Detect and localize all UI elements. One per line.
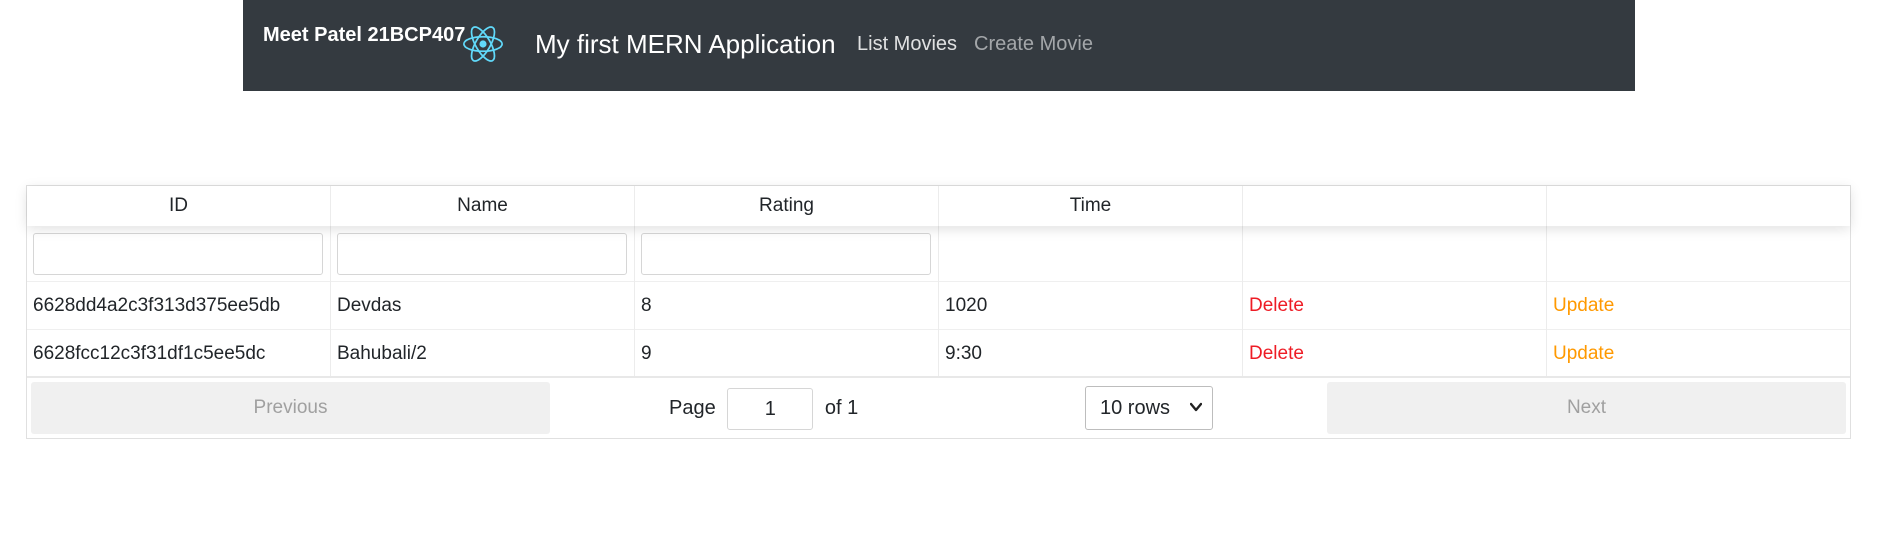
nav-list-movies[interactable]: List Movies bbox=[857, 33, 957, 56]
table-header: ID Name Rating Time bbox=[27, 186, 1850, 226]
filter-input-id[interactable] bbox=[33, 233, 323, 275]
filter-cell-update bbox=[1547, 226, 1851, 282]
update-button[interactable]: Update bbox=[1547, 330, 1851, 378]
navbar: Meet Patel 21BCP407 My first MERN Applic… bbox=[243, 0, 1635, 91]
movies-table: ID Name Rating Time 6628dd4a2c3f313d375e… bbox=[26, 185, 1851, 439]
filter-cell-id bbox=[27, 226, 331, 282]
page-info: Page 1 of 1 bbox=[669, 386, 858, 430]
cell-name: Bahubali/2 bbox=[331, 330, 635, 378]
column-header-id[interactable]: ID bbox=[27, 186, 331, 226]
filter-cell-delete bbox=[1243, 226, 1547, 282]
nav-create-movie[interactable]: Create Movie bbox=[974, 33, 1093, 56]
navbar-brand[interactable]: Meet Patel 21BCP407 bbox=[263, 24, 465, 47]
delete-button[interactable]: Delete bbox=[1243, 282, 1547, 330]
react-atom-icon[interactable] bbox=[463, 24, 503, 64]
cell-rating: 8 bbox=[635, 282, 939, 330]
cell-id: 6628fcc12c3f31df1c5ee5dc bbox=[27, 330, 331, 378]
cell-rating: 9 bbox=[635, 330, 939, 378]
table-row: 6628dd4a2c3f313d375ee5db Devdas 8 1020 D… bbox=[27, 282, 1850, 330]
page-number-input[interactable]: 1 bbox=[727, 387, 814, 430]
filter-input-name[interactable] bbox=[337, 233, 627, 275]
page-total: of 1 bbox=[824, 397, 859, 419]
app-title[interactable]: My first MERN Application bbox=[535, 29, 836, 60]
previous-button[interactable]: Previous bbox=[31, 382, 550, 434]
chevron-down-icon bbox=[1190, 402, 1202, 412]
column-header-name[interactable]: Name bbox=[331, 186, 635, 226]
filter-row bbox=[27, 226, 1850, 282]
filter-cell-name bbox=[331, 226, 635, 282]
cell-id: 6628dd4a2c3f313d375ee5db bbox=[27, 282, 331, 330]
pagination: Previous Page 1 of 1 10 rows Next bbox=[27, 376, 1850, 438]
next-button[interactable]: Next bbox=[1327, 382, 1846, 434]
rows-per-page-value: 10 rows bbox=[1100, 397, 1171, 419]
column-header-delete bbox=[1243, 186, 1547, 226]
column-header-update bbox=[1547, 186, 1851, 226]
cell-name: Devdas bbox=[331, 282, 635, 330]
table-row: 6628fcc12c3f31df1c5ee5dc Bahubali/2 9 9:… bbox=[27, 330, 1850, 378]
rows-per-page-select[interactable]: 10 rows bbox=[1085, 386, 1213, 430]
update-button[interactable]: Update bbox=[1547, 282, 1851, 330]
filter-cell-time bbox=[939, 226, 1243, 282]
delete-button[interactable]: Delete bbox=[1243, 330, 1547, 378]
page-label: Page bbox=[669, 397, 716, 419]
cell-time: 1020 bbox=[939, 282, 1243, 330]
column-header-time[interactable]: Time bbox=[939, 186, 1243, 226]
column-header-rating[interactable]: Rating bbox=[635, 186, 939, 226]
filter-input-rating[interactable] bbox=[641, 233, 931, 275]
filter-cell-rating bbox=[635, 226, 939, 282]
cell-time: 9:30 bbox=[939, 330, 1243, 378]
